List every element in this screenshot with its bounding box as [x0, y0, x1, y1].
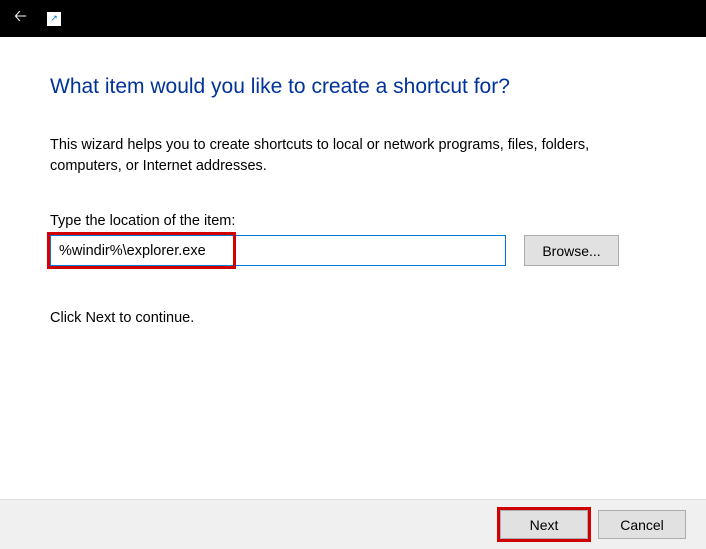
next-button-wrapper: Next — [500, 510, 588, 539]
wizard-description: This wizard helps you to create shortcut… — [50, 135, 640, 177]
continue-instruction: Click Next to continue. — [50, 310, 656, 326]
wizard-heading: What item would you like to create a sho… — [50, 75, 656, 99]
browse-button[interactable]: Browse... — [524, 235, 619, 266]
location-input[interactable] — [50, 235, 506, 266]
cancel-button[interactable]: Cancel — [598, 510, 686, 539]
location-label: Type the location of the item: — [50, 213, 656, 229]
location-input-wrapper — [50, 235, 506, 266]
location-row: Browse... — [50, 235, 656, 266]
wizard-content: What item would you like to create a sho… — [0, 37, 706, 499]
shortcut-wizard-icon: ↗ — [47, 12, 61, 26]
back-arrow-icon[interactable]: 🡠 — [14, 5, 27, 32]
next-button[interactable]: Next — [500, 510, 588, 539]
titlebar: 🡠 ↗ — [0, 0, 706, 37]
wizard-footer: Next Cancel — [0, 499, 706, 549]
